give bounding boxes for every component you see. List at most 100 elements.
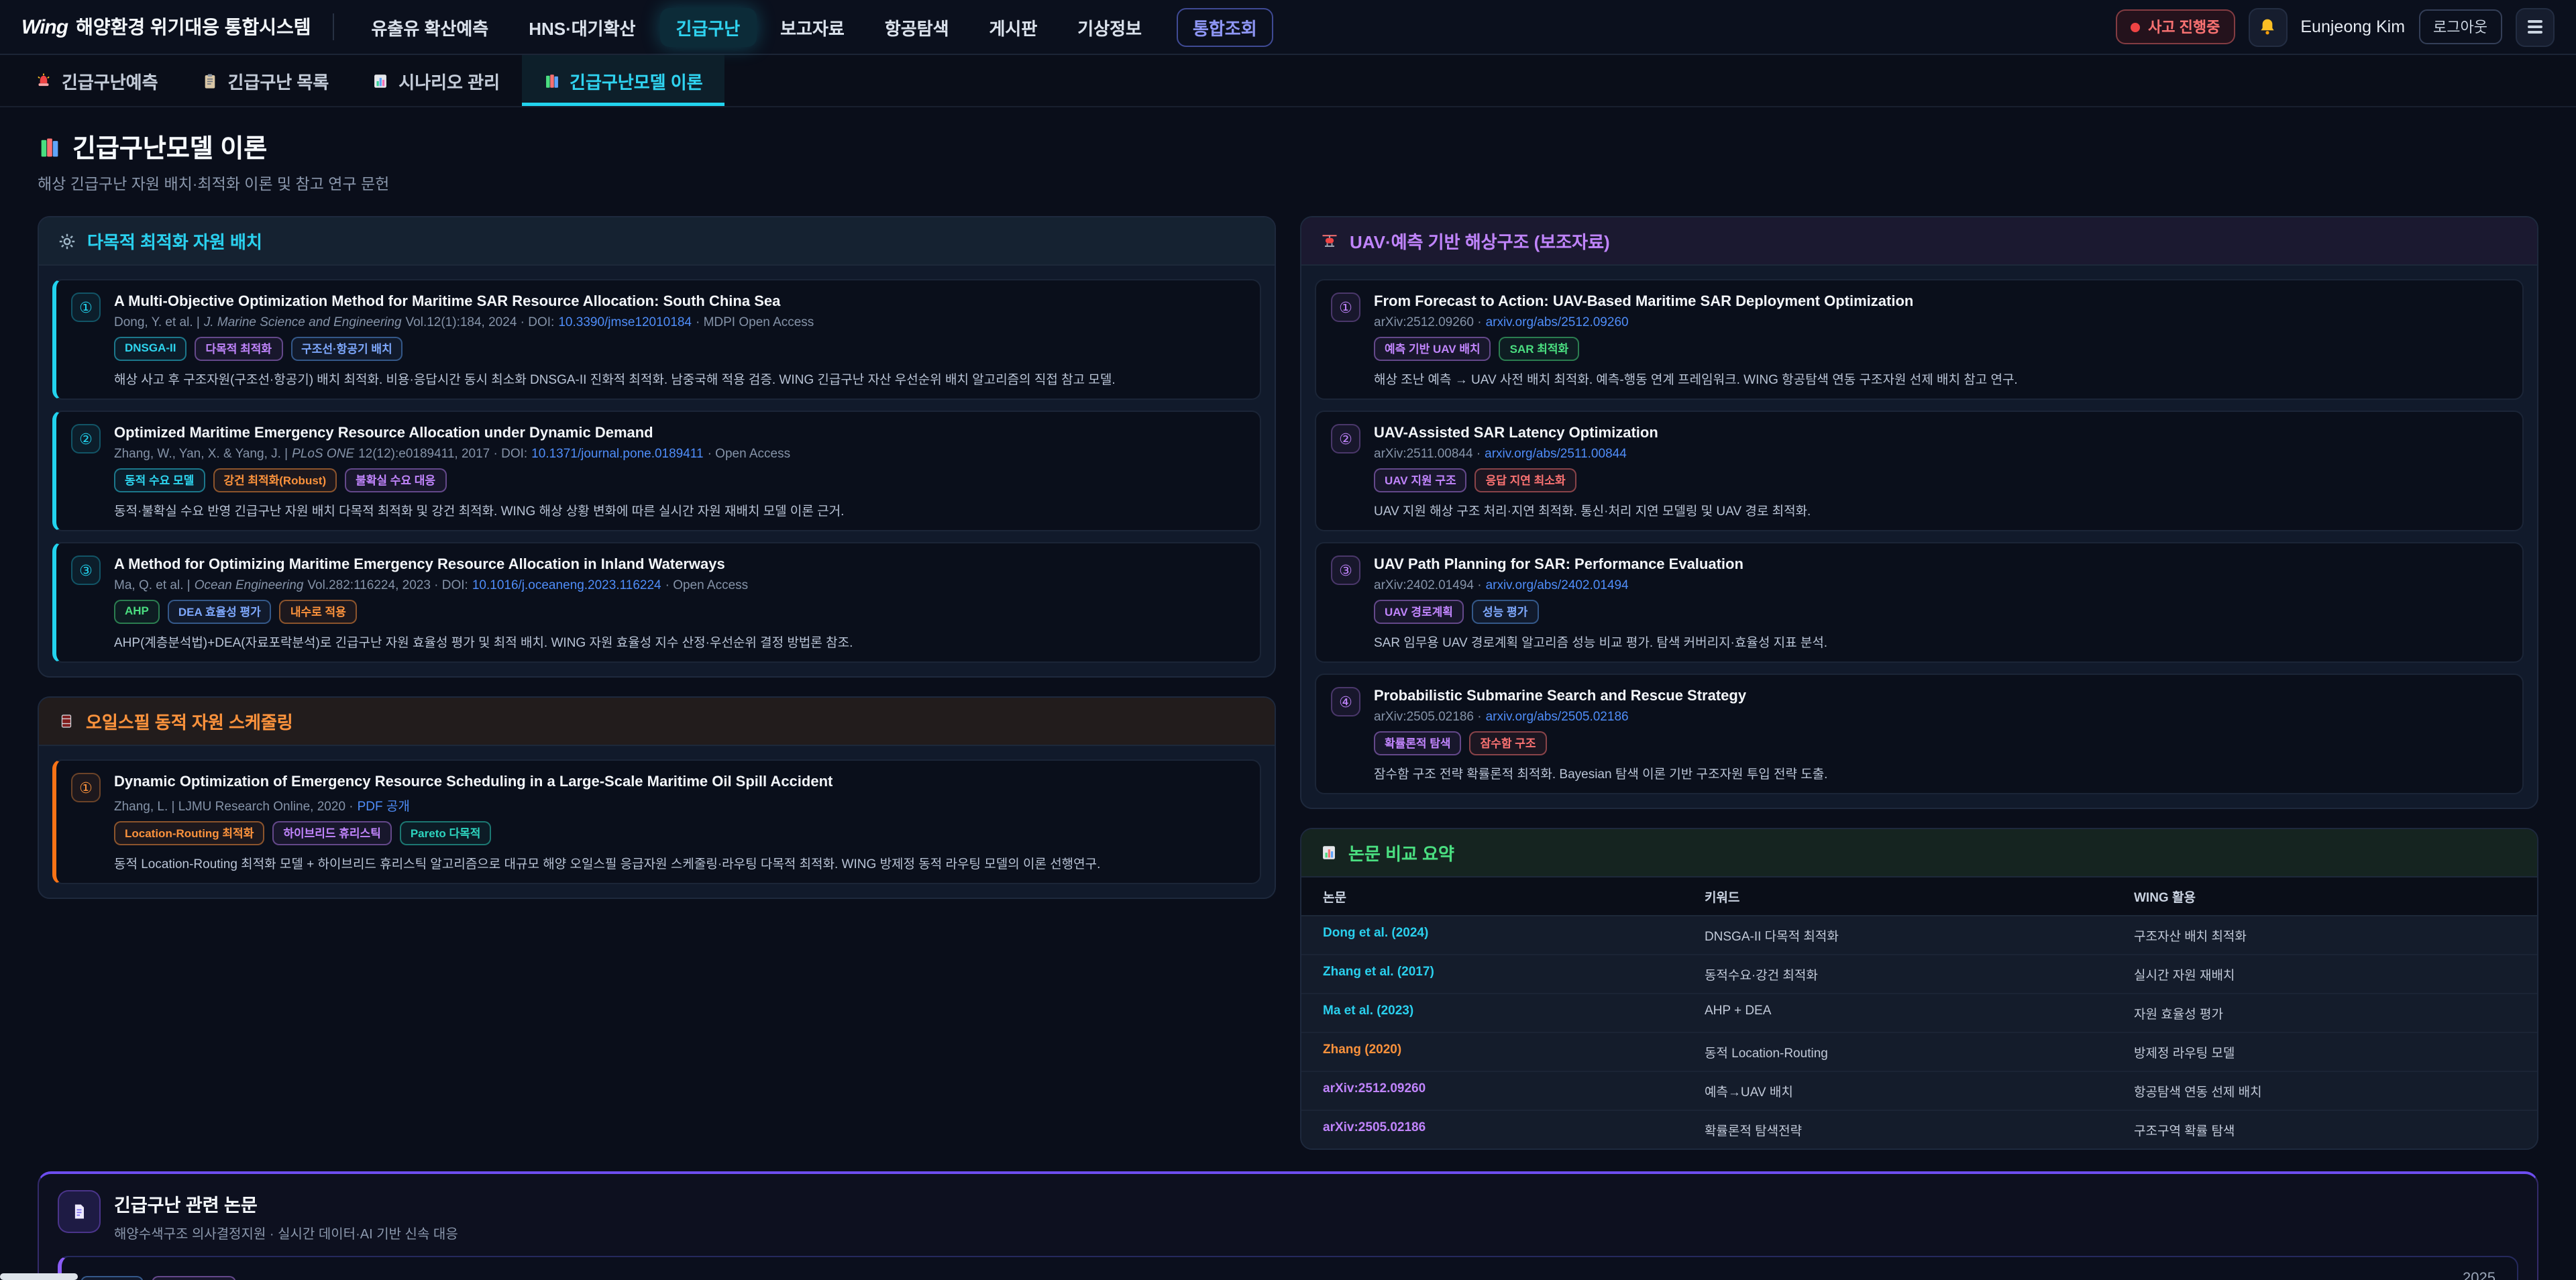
- table-chart-icon: [1320, 844, 1338, 861]
- logout-button[interactable]: 로그아웃: [2418, 9, 2502, 44]
- divider: [333, 13, 334, 40]
- incident-status-badge[interactable]: 사고 진행중: [2116, 9, 2235, 44]
- app-root: Wing 해양환경 위기대응 통합시스템 유출유 확산예측 HNS·대기확산 긴…: [0, 0, 2576, 1280]
- tag: UAV 경로계획: [1374, 600, 1464, 624]
- panel-uav-rescue: UAV·예측 기반 해상구조 (보조자료) ① From Forecast to…: [1300, 216, 2538, 809]
- arxiv-link[interactable]: arxiv.org/abs/2511.00844: [1485, 447, 1627, 462]
- paper-meta: Dong, Y. et al. |J. Marine Science and E…: [114, 315, 1245, 330]
- paper-number-badge: ①: [71, 773, 101, 802]
- paper-meta: arXiv:2505.02186 ·arxiv.org/abs/2505.021…: [1374, 710, 2508, 725]
- paper-name-cell[interactable]: Ma et al. (2023): [1323, 1004, 1705, 1022]
- app-logo: Wing 해양환경 위기대응 통합시스템: [21, 13, 311, 40]
- tab-rescue-forecast[interactable]: 긴급구난예측: [13, 55, 180, 106]
- doi-link[interactable]: 10.1371/journal.pone.0189411: [531, 447, 703, 462]
- tag: 하이브리드 휴리스틱: [272, 821, 392, 845]
- panel-multi-objective-header: 다목적 최적화 자원 배치: [39, 217, 1275, 266]
- wing-usage-cell: 자원 효율성 평가: [2134, 1004, 2516, 1022]
- tab-rescue-model-theory[interactable]: 긴급구난모델 이론: [521, 55, 724, 106]
- doi-link[interactable]: 10.3390/jmse12010184: [558, 315, 692, 330]
- wing-usage-cell: 방제정 라우팅 모델: [2134, 1043, 2516, 1061]
- panel-uav-body: ① From Forecast to Action: UAV-Based Mar…: [1301, 266, 2537, 808]
- panel-oilspill-scheduling: 오일스필 동적 자원 스케줄링 ① Dynamic Optimization o…: [38, 696, 1276, 899]
- tag: Location-Routing 최적화: [114, 821, 264, 845]
- paper-name-cell[interactable]: arXiv:2512.09260: [1323, 1081, 1705, 1100]
- paper-tags: 예측 기반 UAV 배치 SAR 최적화: [1374, 337, 2508, 361]
- arxiv-link[interactable]: arxiv.org/abs/2505.02186: [1486, 710, 1629, 725]
- siren-icon: [35, 72, 52, 89]
- logo-wordmark: Wing: [21, 15, 68, 38]
- arxiv-link[interactable]: arxiv.org/abs/2402.01494: [1486, 578, 1629, 593]
- nav-item-aerial-search[interactable]: 항공탐색: [869, 7, 965, 46]
- tag: 불확실 수요 대응: [345, 468, 446, 492]
- status-dot-icon: [2131, 22, 2140, 32]
- paper-card: ② UAV-Assisted SAR Latency Optimization …: [1315, 411, 2524, 531]
- related-papers-header: 긴급구난 관련 논문 해양수색구조 의사결정지원 · 실시간 데이터·AI 기반…: [58, 1190, 2518, 1242]
- nav-item-reports[interactable]: 보고자료: [764, 7, 861, 46]
- tag: 의사결정지원: [152, 1276, 237, 1280]
- paper-description: 해상 사고 후 구조자원(구조선·항공기) 배치 최적화. 비용·응답시간 동시…: [114, 369, 1245, 388]
- nav-item-weather[interactable]: 기상정보: [1061, 7, 1158, 46]
- paper-name-cell[interactable]: Zhang et al. (2017): [1323, 965, 1705, 983]
- paper-card: ① A Multi-Objective Optimization Method …: [52, 279, 1261, 400]
- nav-item-board[interactable]: 게시판: [973, 7, 1054, 46]
- tag: 다목적 최적화: [195, 337, 283, 361]
- table-row: Ma et al. (2023) AHP + DEA 자원 효율성 평가: [1301, 994, 2537, 1033]
- panel-title: 논문 비교 요약: [1348, 840, 1454, 865]
- section-title: 긴급구난 관련 논문: [114, 1190, 458, 1217]
- app-title: 해양환경 위기대응 통합시스템: [76, 13, 311, 40]
- keyword-cell: AHP + DEA: [1705, 1004, 2134, 1022]
- notification-bell-button[interactable]: [2248, 7, 2287, 46]
- panel-title: UAV·예측 기반 해상구조 (보조자료): [1350, 228, 1610, 254]
- nav-item-hns-dispersion[interactable]: HNS·대기확산: [513, 7, 651, 46]
- panel-uav-header: UAV·예측 기반 해상구조 (보조자료): [1301, 217, 2537, 266]
- paper-description: UAV 지원 해상 구조 처리·지연 최적화. 통신·처리 지연 모델링 및 U…: [1374, 500, 2508, 519]
- tab-scenario-management[interactable]: 시나리오 관리: [350, 55, 521, 106]
- tab-label: 긴급구난모델 이론: [570, 68, 703, 93]
- pdf-link[interactable]: PDF 공개: [358, 800, 410, 814]
- paper-name-cell[interactable]: arXiv:2505.02186: [1323, 1120, 1705, 1139]
- table-row: arXiv:2512.09260 예측→UAV 배치 항공탐색 연동 선제 배치: [1301, 1072, 2537, 1111]
- keyword-cell: 동적 Location-Routing: [1705, 1043, 2134, 1061]
- paper-tags: Location-Routing 최적화 하이브리드 휴리스틱 Pareto 다…: [114, 821, 1245, 845]
- keyword-cell: DNSGA-II 다목적 최적화: [1705, 926, 2134, 945]
- tag: DEA 효율성 평가: [168, 600, 272, 624]
- nav-item-emergency-rescue[interactable]: 긴급구난: [659, 7, 756, 46]
- nav-item-oil-spill-forecast[interactable]: 유출유 확산예측: [356, 7, 505, 46]
- tag: 성능 평가: [1472, 600, 1538, 624]
- nav-item-integrated-search[interactable]: 통합조회: [1177, 7, 1273, 46]
- books-icon: [543, 72, 560, 89]
- paper-card: ③ UAV Path Planning for SAR: Performance…: [1315, 542, 2524, 663]
- paper-title: UAV Path Planning for SAR: Performance E…: [1374, 557, 2508, 573]
- paper-card: ① From Forecast to Action: UAV-Based Mar…: [1315, 279, 2524, 400]
- paper-number-badge: ③: [71, 555, 101, 585]
- paper-name-cell[interactable]: Dong et al. (2024): [1323, 926, 1705, 945]
- paper-description: 잠수함 구조 전략 확률론적 최적화. Bayesian 탐색 이론 기반 구조…: [1374, 763, 2508, 782]
- tag: Pareto 다목적: [400, 821, 492, 845]
- hamburger-menu-button[interactable]: [2516, 7, 2555, 46]
- document-icon: [70, 1202, 89, 1221]
- arxiv-link[interactable]: arxiv.org/abs/2512.09260: [1486, 315, 1629, 330]
- keyword-cell: 동적수요·강건 최적화: [1705, 965, 2134, 983]
- paper-name-cell[interactable]: Zhang (2020): [1323, 1043, 1705, 1061]
- tab-label: 긴급구난예측: [62, 68, 158, 93]
- paper-number-badge: ④: [1331, 687, 1360, 716]
- gear-icon: [58, 231, 76, 250]
- page-header: 긴급구난모델 이론 해상 긴급구난 자원 배치·최적화 이론 및 참고 연구 문…: [0, 107, 2576, 205]
- paper-number-badge: ①: [71, 292, 101, 322]
- paper-card: ① Dynamic Optimization of Emergency Reso…: [52, 759, 1261, 884]
- tag: 강건 최적화(Robust): [213, 468, 337, 492]
- drone-icon: [1320, 231, 1339, 250]
- paper-description: SAR 임무용 UAV 경로계획 알고리즘 성능 비교 평가. 탐색 커버리지·…: [1374, 632, 2508, 651]
- paper-title: Probabilistic Submarine Search and Rescu…: [1374, 688, 2508, 704]
- bar-chart-icon: [372, 72, 389, 89]
- panel-related-papers: 긴급구난 관련 논문 해양수색구조 의사결정지원 · 실시간 데이터·AI 기반…: [38, 1171, 2538, 1280]
- tab-label: 긴급구난 목록: [228, 68, 329, 93]
- paper-title: Dynamic Optimization of Emergency Resour…: [114, 774, 1245, 790]
- panel-multi-objective: 다목적 최적화 자원 배치 ① A Multi-Objective Optimi…: [38, 216, 1276, 678]
- tab-rescue-list[interactable]: 긴급구난 목록: [180, 55, 351, 106]
- panel-multi-objective-body: ① A Multi-Objective Optimization Method …: [39, 266, 1275, 676]
- paper-title: UAV-Assisted SAR Latency Optimization: [1374, 425, 2508, 441]
- paper-title: A Method for Optimizing Maritime Emergen…: [114, 557, 1245, 573]
- doi-link[interactable]: 10.1016/j.oceaneng.2023.116224: [472, 578, 661, 593]
- tag: UAV 지원 구조: [1374, 468, 1467, 492]
